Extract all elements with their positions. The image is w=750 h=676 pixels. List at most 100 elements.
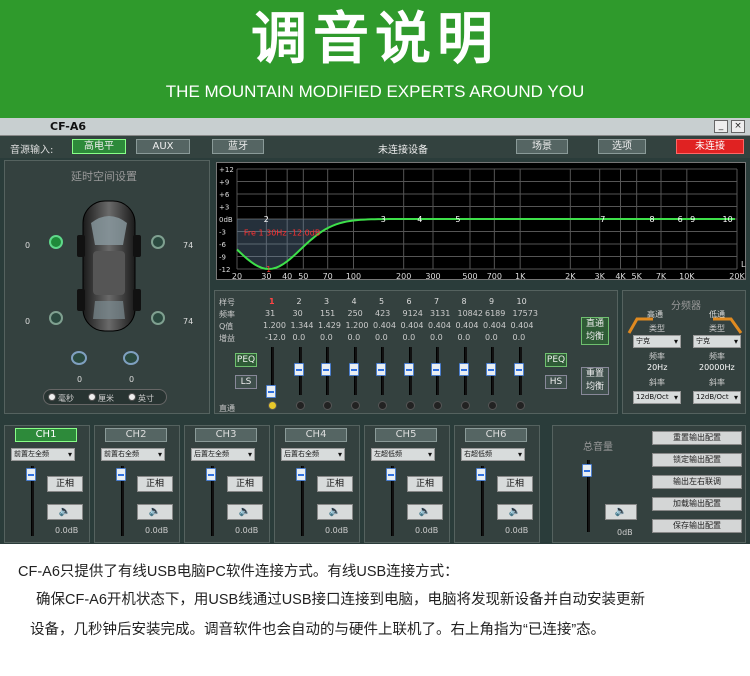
band-gain[interactable]: 0.0 bbox=[485, 333, 498, 342]
band-freq[interactable]: 17573 bbox=[513, 309, 538, 318]
input-bluetooth-button[interactable]: 蓝牙 bbox=[212, 139, 264, 154]
band-gain-slider[interactable] bbox=[321, 363, 331, 376]
channel-phase-button[interactable]: 正相 bbox=[47, 476, 83, 492]
band-gain-slider[interactable] bbox=[348, 363, 359, 376]
channel-output-select[interactable]: 后置右全频 bbox=[281, 448, 345, 461]
save-output-button[interactable]: 保存输出配置 bbox=[652, 519, 742, 533]
band-gain[interactable]: 0.0 bbox=[320, 333, 333, 342]
channel-title-button[interactable]: CH3 bbox=[195, 428, 257, 442]
band-gain-slider[interactable] bbox=[513, 363, 524, 376]
channel-title-button[interactable]: CH2 bbox=[105, 428, 167, 442]
channel-volume-slider[interactable] bbox=[116, 468, 126, 481]
channel-title-button[interactable]: CH4 bbox=[285, 428, 347, 442]
front-left-speaker-icon[interactable] bbox=[49, 235, 63, 249]
band-gain-slider[interactable] bbox=[458, 363, 469, 376]
channel-output-select[interactable]: 前置左全频 bbox=[11, 448, 75, 461]
channel-title-button[interactable]: CH6 bbox=[465, 428, 527, 442]
sub-right-speaker-icon[interactable] bbox=[123, 351, 139, 365]
options-button[interactable]: 选项 bbox=[598, 139, 646, 154]
close-button[interactable]: × bbox=[731, 120, 745, 133]
band-freq[interactable]: 6189 bbox=[485, 309, 505, 318]
eq-graph[interactable]: 20 30 40 50 70 100 200 300 500 700 1K 2K 3K 4K 5K 7K 10K… bbox=[216, 162, 746, 281]
band-bypass-toggle[interactable] bbox=[515, 401, 525, 410]
front-right-speaker-icon[interactable] bbox=[151, 235, 165, 249]
lock-output-button[interactable]: 锁定输出配置 bbox=[652, 453, 742, 467]
band-gain[interactable]: 0.0 bbox=[293, 333, 306, 342]
band-freq[interactable]: 423 bbox=[375, 309, 390, 318]
channel-mute-button[interactable]: 🔈 bbox=[497, 504, 533, 520]
channel-phase-button[interactable]: 正相 bbox=[227, 476, 263, 492]
highpass-freq-value[interactable]: 20Hz bbox=[647, 363, 667, 372]
band-bypass-toggle[interactable] bbox=[295, 401, 305, 410]
minimize-button[interactable]: _ bbox=[714, 120, 728, 133]
band-bypass-toggle[interactable] bbox=[433, 401, 442, 410]
band-q[interactable]: 0.404 bbox=[456, 321, 479, 330]
scene-button[interactable]: 场景 bbox=[516, 139, 568, 154]
highpass-slope-select[interactable]: 12dB/Oct bbox=[633, 391, 681, 404]
band-gain-slider[interactable] bbox=[376, 363, 386, 376]
lowpass-slope-select[interactable]: 12dB/Oct bbox=[693, 391, 741, 404]
channel-output-select[interactable]: 前置右全频 bbox=[101, 448, 165, 461]
band-q[interactable]: 0.404 bbox=[373, 321, 396, 330]
band-q[interactable]: 0.404 bbox=[401, 321, 424, 330]
reset-output-button[interactable]: 重置输出配置 bbox=[652, 431, 742, 445]
band-gain[interactable]: 0.0 bbox=[403, 333, 416, 342]
band-gain[interactable]: -12.0 bbox=[265, 333, 286, 342]
band-q[interactable]: 0.404 bbox=[483, 321, 506, 330]
band-gain-slider[interactable] bbox=[486, 363, 496, 376]
channel-volume-slider[interactable] bbox=[296, 468, 306, 481]
band-gain[interactable]: 0.0 bbox=[513, 333, 526, 342]
band-bypass-toggle[interactable] bbox=[350, 401, 360, 410]
channel-mute-button[interactable]: 🔈 bbox=[47, 504, 83, 520]
band-bypass-toggle[interactable] bbox=[268, 401, 277, 410]
link-output-button[interactable]: 输出左右联调 bbox=[652, 475, 742, 489]
band-gain-slider[interactable] bbox=[403, 363, 414, 376]
peq-left-button[interactable]: PEQ bbox=[235, 353, 257, 367]
channel-mute-button[interactable]: 🔈 bbox=[227, 504, 263, 520]
band-freq[interactable]: 30 bbox=[293, 309, 303, 318]
channel-volume-slider[interactable] bbox=[26, 468, 36, 481]
sub-left-speaker-icon[interactable] bbox=[71, 351, 87, 365]
master-mute-button[interactable]: 🔈 bbox=[605, 504, 637, 520]
channel-mute-button[interactable]: 🔈 bbox=[407, 504, 443, 520]
band-q[interactable]: 1.200 bbox=[346, 321, 369, 330]
band-q[interactable]: 0.404 bbox=[428, 321, 451, 330]
channel-output-select[interactable]: 左超低频 bbox=[371, 448, 435, 461]
lowpass-type-select[interactable]: 宁克 bbox=[693, 335, 741, 348]
channel-volume-slider[interactable] bbox=[206, 468, 216, 481]
reset-eq-button[interactable]: 重置均衡 bbox=[581, 367, 609, 395]
channel-mute-button[interactable]: 🔈 bbox=[317, 504, 353, 520]
load-output-button[interactable]: 加载输出配置 bbox=[652, 497, 742, 511]
band-freq[interactable]: 3131 bbox=[430, 309, 450, 318]
channel-mute-button[interactable]: 🔈 bbox=[137, 504, 173, 520]
channel-phase-button[interactable]: 正相 bbox=[407, 476, 443, 492]
channel-title-button[interactable]: CH1 bbox=[15, 428, 77, 442]
band-bypass-toggle[interactable] bbox=[460, 401, 470, 410]
channel-output-select[interactable]: 右超低频 bbox=[461, 448, 525, 461]
master-volume-slider[interactable] bbox=[582, 464, 592, 477]
input-high-level-button[interactable]: 高电平 bbox=[72, 139, 126, 154]
band-freq[interactable]: 10842 bbox=[458, 309, 483, 318]
band-q[interactable]: 1.200 bbox=[263, 321, 286, 330]
band-gain[interactable]: 0.0 bbox=[430, 333, 443, 342]
unit-cm-radio[interactable] bbox=[88, 393, 96, 401]
channel-volume-slider[interactable] bbox=[476, 468, 486, 481]
band-freq[interactable]: 9124 bbox=[403, 309, 423, 318]
channel-output-select[interactable]: 后置左全频 bbox=[191, 448, 255, 461]
band-bypass-toggle[interactable] bbox=[405, 401, 415, 410]
band-bypass-toggle[interactable] bbox=[488, 401, 497, 410]
lowpass-freq-value[interactable]: 20000Hz bbox=[699, 363, 735, 372]
high-shelf-button[interactable]: HS bbox=[545, 375, 567, 389]
channel-volume-slider[interactable] bbox=[386, 468, 396, 481]
band-freq[interactable]: 250 bbox=[348, 309, 363, 318]
peq-right-button[interactable]: PEQ bbox=[545, 353, 567, 367]
unit-inch-radio[interactable] bbox=[128, 393, 136, 401]
channel-phase-button[interactable]: 正相 bbox=[317, 476, 353, 492]
band-gain[interactable]: 0.0 bbox=[458, 333, 471, 342]
input-aux-button[interactable]: AUX bbox=[136, 139, 190, 154]
channel-phase-button[interactable]: 正相 bbox=[137, 476, 173, 492]
band-q[interactable]: 1.429 bbox=[318, 321, 341, 330]
band-q[interactable]: 1.344 bbox=[291, 321, 314, 330]
unit-ms-radio[interactable] bbox=[48, 393, 56, 401]
low-shelf-button[interactable]: LS bbox=[235, 375, 257, 389]
